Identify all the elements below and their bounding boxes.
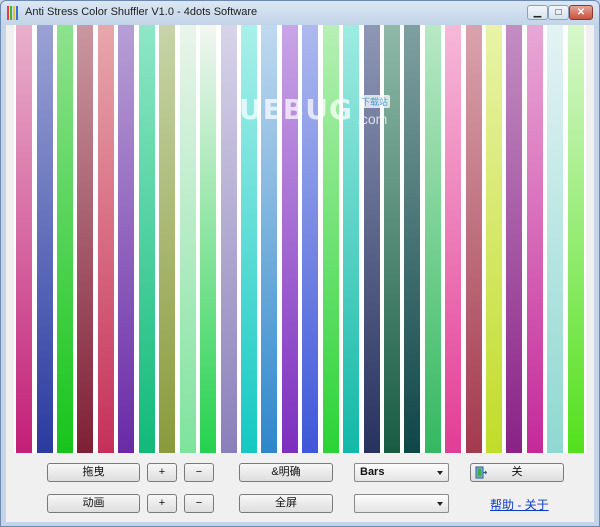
color-bars-canvas[interactable]: UEBUG 下载站 .com — [14, 25, 586, 453]
color-bar — [343, 25, 359, 453]
chevron-down-icon — [437, 471, 443, 475]
color-bar — [77, 25, 93, 453]
watermark-sub: .com — [357, 111, 388, 127]
color-bar — [139, 25, 155, 453]
close-app-button[interactable]: 关 — [470, 463, 564, 482]
color-bar — [98, 25, 114, 453]
maximize-button[interactable]: □ — [548, 5, 569, 20]
fullscreen-button[interactable]: 全屏 — [239, 494, 333, 513]
close-app-label: 关 — [511, 466, 523, 478]
drag-button[interactable]: 拖曳 — [47, 463, 140, 482]
color-bar — [364, 25, 380, 453]
animate-button[interactable]: 动画 — [47, 494, 140, 513]
color-bar — [37, 25, 53, 453]
color-bar — [425, 25, 441, 453]
color-bar — [506, 25, 522, 453]
drag-minus-button[interactable]: − — [184, 463, 214, 482]
minimize-icon: ▁ — [533, 7, 542, 18]
color-bar — [527, 25, 543, 453]
animate-plus-button[interactable]: + — [147, 494, 177, 513]
color-bar — [486, 25, 502, 453]
drag-plus-button[interactable]: + — [147, 463, 177, 482]
color-bar — [282, 25, 298, 453]
app-window: Anti Stress Color Shuffler V1.0 - 4dots … — [0, 0, 600, 527]
color-bar — [466, 25, 482, 453]
watermark-badge: 下载站 — [359, 95, 391, 108]
color-bar — [241, 25, 257, 453]
chevron-down-icon — [437, 502, 443, 506]
color-bar — [261, 25, 277, 453]
hide-button[interactable]: &明确 — [239, 463, 333, 482]
watermark-logo: UEBUG 下载站 .com — [239, 93, 399, 129]
secondary-select[interactable] — [354, 494, 449, 513]
color-bar — [404, 25, 420, 453]
close-window-button[interactable]: ✕ — [569, 5, 593, 20]
mode-select[interactable]: Bars — [354, 463, 449, 482]
color-bar — [302, 25, 318, 453]
color-bar — [384, 25, 400, 453]
exit-door-icon — [475, 466, 487, 479]
maximize-icon: □ — [555, 7, 562, 18]
mode-select-value: Bars — [360, 466, 385, 478]
client-area: UEBUG 下载站 .com 拖曳 + − &明确 Bars 关 动画 + − … — [6, 25, 594, 522]
color-bar — [445, 25, 461, 453]
color-bar — [16, 25, 32, 453]
color-bar — [221, 25, 237, 453]
title-bar[interactable]: Anti Stress Color Shuffler V1.0 - 4dots … — [1, 1, 599, 25]
color-bar — [159, 25, 175, 453]
close-icon: ✕ — [576, 7, 586, 18]
color-bar — [57, 25, 73, 453]
color-bar — [568, 25, 584, 453]
color-bar — [323, 25, 339, 453]
color-bar — [118, 25, 134, 453]
app-icon — [7, 6, 21, 20]
minimize-button[interactable]: ▁ — [527, 5, 548, 20]
color-bar — [180, 25, 196, 453]
color-bar — [547, 25, 563, 453]
window-title: Anti Stress Color Shuffler V1.0 - 4dots … — [25, 6, 258, 18]
color-bar — [200, 25, 216, 453]
help-about-link[interactable]: 帮助 - 关于 — [490, 496, 549, 513]
watermark-text: UEBUG — [239, 93, 353, 126]
animate-minus-button[interactable]: − — [184, 494, 214, 513]
